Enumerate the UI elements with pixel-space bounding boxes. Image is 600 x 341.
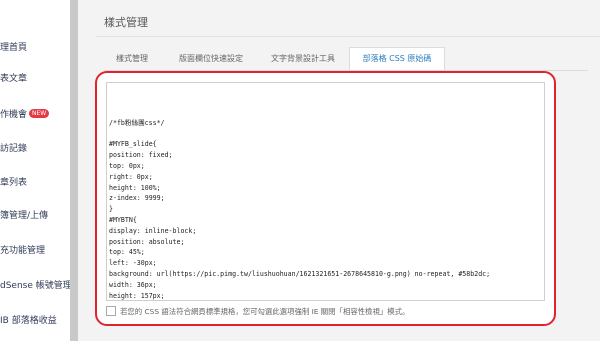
code-line: background: url(https://pic.pimg.tw/lius… [109, 269, 491, 278]
sidebar-item-income[interactable]: IB 部落格收益 [0, 310, 70, 332]
sidebar-item-jobs[interactable]: 作機會 NEW [0, 104, 70, 126]
sidebar-item-articles[interactable]: 章列表 [0, 172, 70, 194]
code-line: position: absolute; [109, 237, 185, 246]
tab-blog-css-source[interactable]: 部落格 CSS 原始碼 [349, 47, 445, 70]
sidebar-item-label: 充功能管理 [0, 246, 46, 256]
css-editor-highlight: /*fb粉絲團css*/ #MYFB_slide{ position: fixed;… [95, 71, 556, 326]
code-line: #MYBTN{ [109, 215, 137, 224]
code-line: position: fixed; [109, 151, 173, 160]
sidebar-item-label: 章列表 [0, 178, 28, 188]
ie-compat-checkbox[interactable] [106, 306, 116, 316]
ie-compat-label: 若您的 CSS 語法符合網頁標準規格，您可勾選此選項強制 IE 關閉「相容性檢視… [120, 307, 410, 316]
sidebar-item-label: 簿管理/上傳 [0, 211, 49, 221]
tab-text-background-tool[interactable]: 文字背景設計工具 [262, 48, 344, 69]
code-line: height: 157px; [109, 291, 165, 300]
css-source-textarea[interactable]: /*fb粉絲團css*/ #MYFB_slide{ position: fixed;… [106, 82, 545, 301]
ie-compat-option: 若您的 CSS 語法符合網頁標準規格，您可勾選此選項強制 IE 關閉「相容性檢視… [106, 306, 409, 318]
sidebar-item-label: dSense 帳號管理 [0, 281, 70, 291]
code-line: top: 45%; [109, 248, 145, 257]
sidebar-item-adsense[interactable]: dSense 帳號管理 [0, 275, 70, 297]
sidebar-item-label: IB 部落格收益 [0, 316, 57, 326]
sidebar-item-post[interactable]: 表文章 [0, 68, 70, 90]
code-line: display: inline-block; [109, 226, 197, 235]
sidebar-item-extensions[interactable]: 充功能管理 [0, 240, 70, 262]
sidebar-item-label: 理首頁 [0, 43, 28, 53]
code-line: } [109, 205, 113, 214]
sidebar-item-label: 表文章 [0, 74, 28, 84]
code-line: width: 36px; [109, 280, 157, 289]
sidebar: 理首頁 表文章 作機會 NEW 訪記錄 章列表 簿管理/上傳 充功能管理 dSen… [0, 0, 70, 341]
tab-layout-quick-setup[interactable]: 版面欄位快速設定 [170, 48, 252, 69]
title-divider [96, 36, 600, 37]
code-line: right: 0px; [109, 172, 153, 181]
sidebar-item-home[interactable]: 理首頁 [0, 37, 70, 59]
code-line: z-index: 9999; [109, 194, 165, 203]
tab-style-management[interactable]: 樣式管理 [104, 48, 160, 69]
page-title: 樣式管理 [104, 16, 148, 29]
main-panel: 樣式管理 樣式管理 版面欄位快速設定 文字背景設計工具 部落格 CSS 原始碼 … [78, 0, 600, 341]
sidebar-item-label: 作機會 [0, 110, 28, 120]
sidebar-scrollbar[interactable] [70, 0, 78, 341]
new-badge: NEW [29, 109, 50, 118]
code-line: top: 0px; [109, 161, 145, 170]
code-line: /*fb粉絲團css*/ [109, 118, 165, 127]
sidebar-item-label: 訪記錄 [0, 144, 28, 154]
code-line: height: 100%; [109, 183, 161, 192]
sidebar-item-album[interactable]: 簿管理/上傳 [0, 205, 70, 227]
code-line: #MYFB_slide{ [109, 140, 157, 149]
code-line: left: -30px; [109, 259, 157, 268]
sidebar-item-visits[interactable]: 訪記錄 [0, 138, 70, 160]
